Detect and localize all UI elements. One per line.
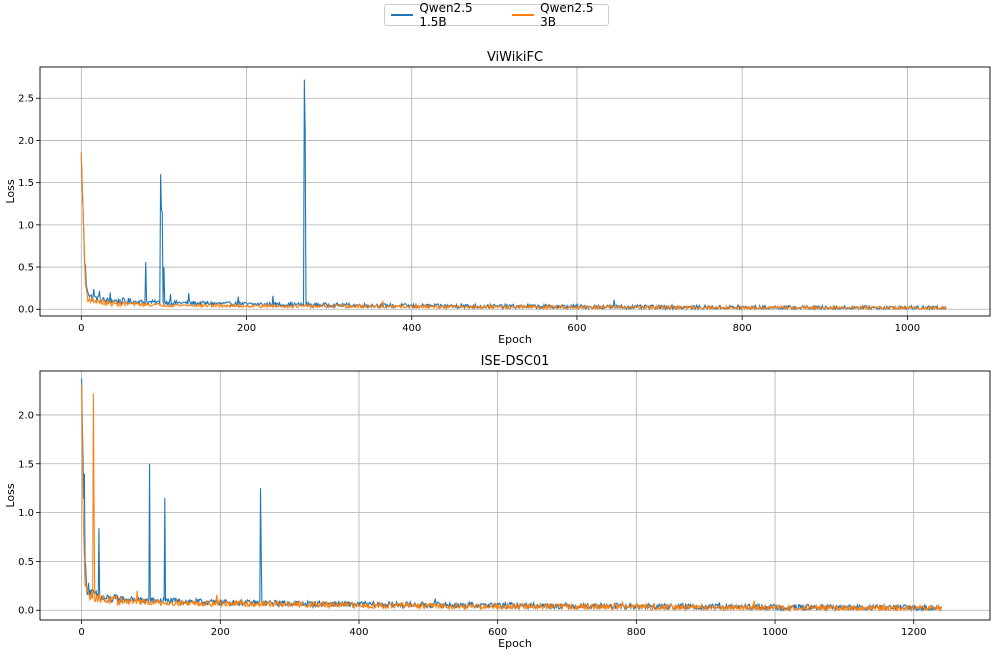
y-tick-label: 1.0 [18, 220, 34, 231]
series-line-2 [80, 151, 947, 311]
x-tick-label: 800 [627, 627, 646, 638]
x-tick-label: 600 [567, 323, 586, 334]
chart-panel-viwikifc: 0 200 400 600 800 1000 0.0 0.5 1.0 1.5 2.0 2.5 ViWik… [4, 50, 991, 346]
y-tick-label: 2.0 [18, 410, 34, 421]
x-tick-label: 1000 [895, 323, 920, 334]
y-tick-label: 0.5 [18, 557, 34, 568]
x-axis-label: Epoch [498, 333, 532, 346]
y-tick-label: 0.0 [18, 606, 34, 617]
x-tick-label: 0 [78, 323, 84, 334]
y-tick-label: 1.0 [18, 508, 34, 519]
series-line-1 [80, 79, 947, 312]
y-tick-label: 0.5 [18, 263, 34, 274]
x-tick-label: 1000 [762, 627, 787, 638]
chart-panel-ise-dsc01: 0 200 400 600 800 1000 12000.00.51.01.52.0ISE-… [4, 354, 991, 650]
x-tick-label: 400 [402, 323, 421, 334]
series-line-2 [81, 385, 942, 613]
y-tick-label: 0.0 [18, 305, 34, 316]
x-axis-label: Epoch [498, 637, 532, 650]
y-axis-label: Loss [4, 179, 17, 203]
x-tick-label: 800 [733, 323, 752, 334]
y-tick-label: 1.5 [18, 178, 34, 189]
series-line-1 [81, 378, 942, 613]
x-tick-label: 1200 [901, 627, 926, 638]
y-tick-label: 1.5 [18, 459, 34, 470]
x-tick-label: 200 [211, 627, 230, 638]
y-axis-label: Loss [4, 483, 17, 507]
plot-frame [39, 66, 991, 317]
plot-frame [39, 370, 991, 621]
x-tick-label: 400 [349, 627, 368, 638]
figure: 0 200 400 600 800 1000 0.0 0.5 1.0 1.5 2.0 2.5 ViWik… [4, 50, 991, 650]
x-tick-label: 200 [237, 323, 256, 334]
chart-title: ISE-DSC01 [481, 354, 550, 369]
x-tick-label: 0 [78, 627, 84, 638]
chart-title: ViWikiFC [487, 50, 543, 65]
y-tick-label: 2.0 [18, 136, 34, 147]
y-tick-label: 2.5 [18, 94, 34, 105]
